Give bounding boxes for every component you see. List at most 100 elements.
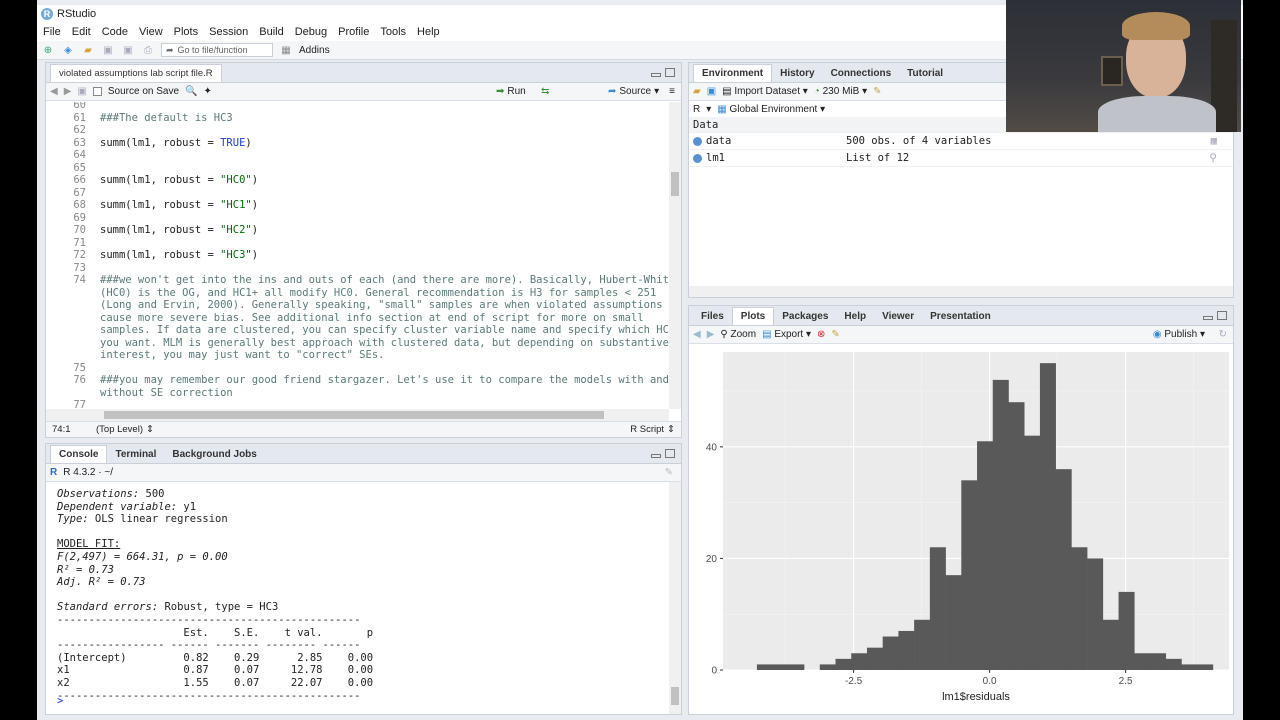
tab-connections[interactable]: Connections <box>823 65 900 82</box>
line-number: 75 <box>73 361 86 374</box>
load-workspace-icon[interactable]: ▰ <box>693 86 701 97</box>
histogram-bar <box>914 619 931 670</box>
search-icon[interactable]: 🔍 <box>185 86 197 97</box>
tab-terminal[interactable]: Terminal <box>107 446 164 463</box>
inspect-icon[interactable]: ⚲ <box>1209 152 1217 164</box>
new-file-icon[interactable]: ⊕ <box>41 44 55 56</box>
expand-data-icon[interactable] <box>693 136 702 146</box>
next-plot-icon[interactable]: ▶ <box>707 329 715 340</box>
remove-plot-icon[interactable]: ⊗ <box>817 329 825 340</box>
menu-view[interactable]: View <box>139 26 163 38</box>
go-to-file-input[interactable]: ➦ Go to file/function <box>161 43 273 57</box>
broom-icon[interactable]: ✎ <box>665 467 673 478</box>
tab-viewer[interactable]: Viewer <box>874 308 922 325</box>
addins-button[interactable]: Addins <box>299 45 330 56</box>
plots-maximize-icon[interactable] <box>1217 311 1227 320</box>
outline-icon[interactable]: ≡ <box>669 86 675 97</box>
memory-usage[interactable]: ◔ 230 MiB ▾ <box>814 86 867 97</box>
menu-file[interactable]: File <box>43 26 61 38</box>
console-tabbar: Console Terminal Background Jobs <box>46 444 681 464</box>
tab-presentation[interactable]: Presentation <box>922 308 999 325</box>
tab-script-file[interactable]: violated assumptions lab script file.R <box>50 64 222 82</box>
console-maximize-icon[interactable] <box>665 449 675 458</box>
console-line: R² = 0.73 <box>57 563 114 576</box>
wand-icon[interactable]: ✦ <box>203 86 211 97</box>
menu-build[interactable]: Build <box>259 26 283 38</box>
save-workspace-icon[interactable]: ▣ <box>707 86 716 97</box>
tab-help[interactable]: Help <box>836 308 874 325</box>
menu-profile[interactable]: Profile <box>338 26 369 38</box>
tab-files[interactable]: Files <box>693 308 732 325</box>
minimize-icon[interactable] <box>651 73 661 77</box>
env-row-name: lm1 <box>706 152 725 164</box>
menu-code[interactable]: Code <box>102 26 128 38</box>
tab-console[interactable]: Console <box>50 445 108 463</box>
save-all-icon[interactable]: ▣ <box>121 44 135 56</box>
tab-history[interactable]: History <box>772 65 822 82</box>
new-project-icon[interactable]: ◈ <box>61 44 75 56</box>
code-editor[interactable]: 60 61 ###The default is HC3 62 63 summ(lm1, r… <box>46 102 669 409</box>
menu-help[interactable]: Help <box>417 26 440 38</box>
global-env-selector[interactable]: ▦ Global Environment ▾ <box>717 104 825 115</box>
source-button[interactable]: ➦ Source ▾ <box>608 86 659 97</box>
console-prompt[interactable]: > <box>57 695 63 708</box>
grid-icon[interactable]: ▦ <box>279 44 293 56</box>
prev-plot-icon[interactable]: ◀ <box>693 329 701 340</box>
save-script-icon[interactable]: ▣ <box>77 86 86 97</box>
menu-session[interactable]: Session <box>209 26 248 38</box>
tab-background-jobs[interactable]: Background Jobs <box>164 446 264 463</box>
tab-environment[interactable]: Environment <box>693 64 773 82</box>
tab-tutorial[interactable]: Tutorial <box>899 65 951 82</box>
save-icon[interactable]: ▣ <box>101 44 115 56</box>
clear-plots-broom-icon[interactable]: ✎ <box>831 329 839 340</box>
console-minimize-icon[interactable] <box>651 454 661 458</box>
expand-lm1-icon[interactable] <box>693 153 702 163</box>
menu-edit[interactable]: Edit <box>72 26 91 38</box>
scope-selector[interactable]: (Top Level) <box>96 424 143 435</box>
histogram-bar <box>1165 658 1182 670</box>
console-line: Adj. R² = 0.73 <box>57 576 146 589</box>
print-icon[interactable]: ⎙ <box>141 44 155 56</box>
line-number: 62 <box>73 124 86 136</box>
menu-plots[interactable]: Plots <box>174 26 198 38</box>
editor-scroll-thumb[interactable] <box>671 172 679 196</box>
run-button[interactable]: ➡ Run <box>496 86 526 97</box>
export-button[interactable]: ▤ Export ▾ <box>762 329 811 340</box>
source-on-save-checkbox[interactable] <box>92 87 102 96</box>
view-table-icon[interactable]: ▦ <box>1211 135 1217 147</box>
rerun-icon[interactable]: ⇆ <box>541 86 549 97</box>
x-tick-label: -2.5 <box>845 676 863 687</box>
webcam-wall-frame <box>1101 56 1123 86</box>
back-arrow-icon[interactable]: ◀ <box>50 86 58 97</box>
file-type-selector[interactable]: R Script <box>630 424 664 435</box>
console-scroll-thumb[interactable] <box>671 687 679 705</box>
refresh-icon[interactable]: ↻ <box>1219 329 1227 340</box>
publish-icon: ◉ <box>1152 329 1162 340</box>
env-horizontal-scrollbar[interactable] <box>689 286 1233 297</box>
import-dataset-button[interactable]: ▤ Import Dataset ▾ <box>722 86 808 97</box>
env-row-lm1[interactable]: lm1 List of 12 ⚲ <box>689 150 1233 167</box>
console-scrollbar[interactable] <box>669 482 681 714</box>
publish-button[interactable]: ◉ Publish ▾ <box>1153 329 1205 340</box>
line-number: 71 <box>73 236 86 249</box>
editor-vertical-scrollbar[interactable] <box>669 102 681 409</box>
residuals-histogram: -2.5 0.0 2.5 0 20 40 lm1$residuals <box>706 352 1229 703</box>
clear-broom-icon[interactable]: ✎ <box>873 86 881 97</box>
tab-packages[interactable]: Packages <box>774 308 836 325</box>
goto-arrow-icon: ➦ <box>166 44 174 55</box>
open-file-icon[interactable]: ▰ <box>81 44 95 56</box>
forward-arrow-icon[interactable]: ▶ <box>64 86 72 97</box>
language-selector[interactable]: R <box>693 104 700 115</box>
zoom-button[interactable]: ⚲ Zoom <box>720 329 756 340</box>
env-row-data[interactable]: data 500 obs. of 4 variables ▦ <box>689 133 1233 150</box>
menu-debug[interactable]: Debug <box>295 26 327 38</box>
console-output[interactable]: Observations: 500 Dependent variable: y1 T… <box>46 482 669 714</box>
plots-minimize-icon[interactable] <box>1203 316 1213 320</box>
maximize-icon[interactable] <box>665 68 675 77</box>
editor-hscroll-thumb[interactable] <box>104 411 604 419</box>
editor-horizontal-scrollbar[interactable] <box>46 409 669 421</box>
menu-tools[interactable]: Tools <box>380 26 406 38</box>
presenter-shirt <box>1098 96 1216 132</box>
tab-plots[interactable]: Plots <box>731 307 775 325</box>
